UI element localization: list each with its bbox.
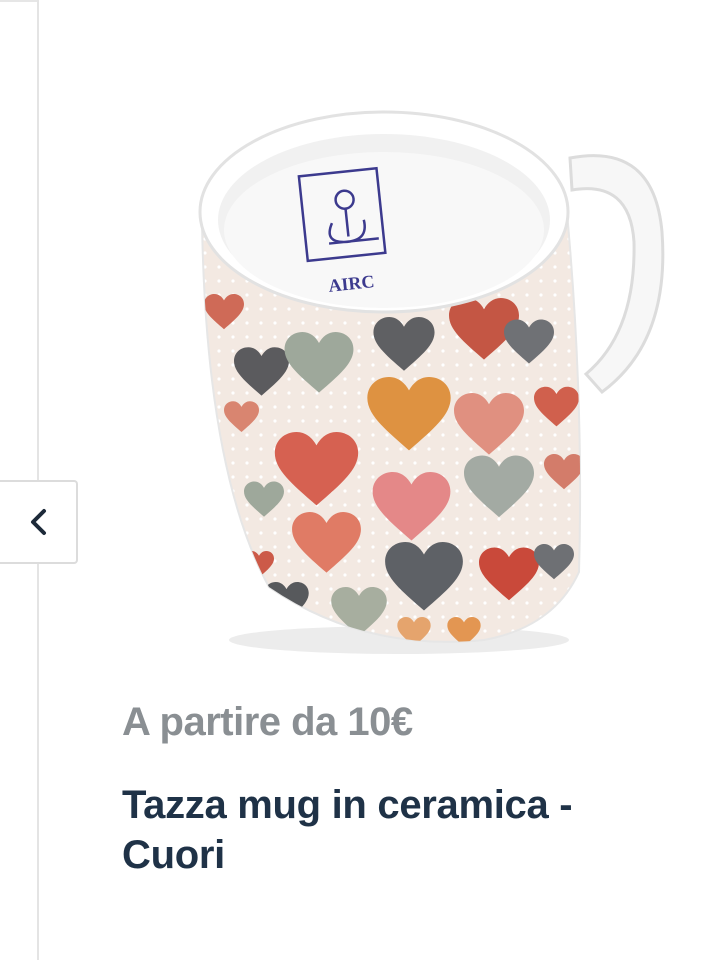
carousel-prev-button[interactable]: [0, 480, 78, 564]
chevron-left-icon: [27, 507, 49, 537]
product-title[interactable]: Tazza mug in ceramica - Cuori: [122, 780, 682, 880]
product-image[interactable]: AIRC: [184, 92, 674, 657]
product-page: AIRC A partire da 10€ Tazza mug in ceram…: [0, 0, 720, 960]
price-label: A partire da 10€: [122, 700, 413, 744]
product-card[interactable]: AIRC A partire da 10€ Tazza mug in ceram…: [37, 0, 720, 960]
